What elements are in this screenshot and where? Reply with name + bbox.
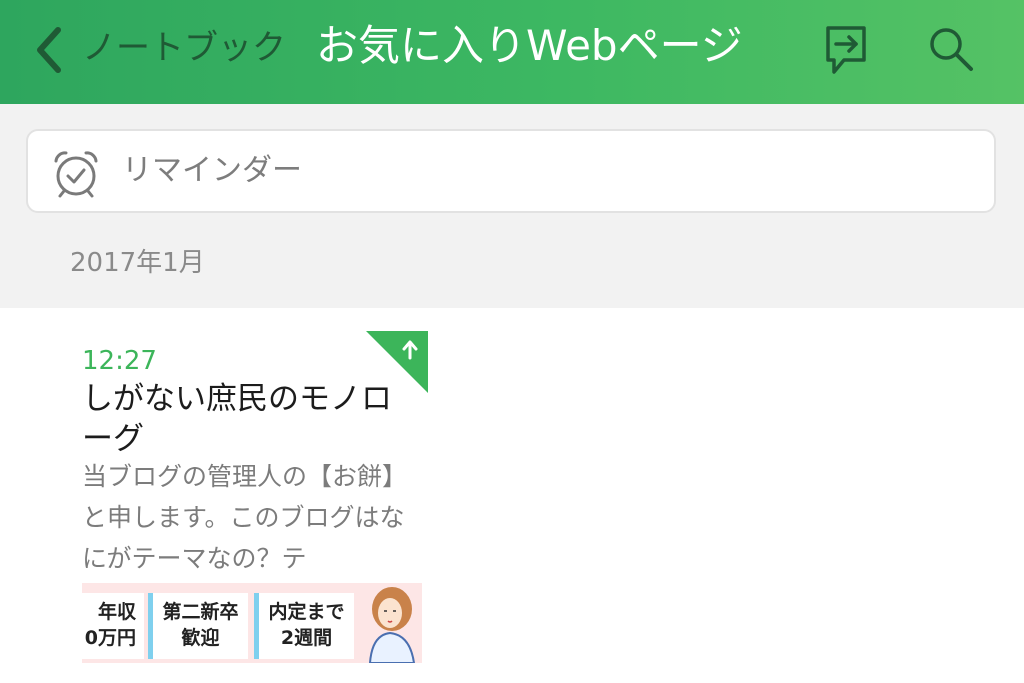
- reminder-bar[interactable]: リマインダー: [26, 129, 996, 213]
- section-month-label: 2017年1月: [70, 248, 205, 278]
- thumbnail-tile: 内定まで 2週間: [254, 593, 354, 659]
- thumbnail-tile: 第二新卒 歓迎: [148, 593, 248, 659]
- app-header: ノートブック お気に入りWebページ: [0, 0, 1024, 104]
- thumbnail-text: 内定まで: [268, 601, 345, 623]
- alarm-clock-icon: [54, 151, 98, 198]
- note-thumbnail: 年収 0万円 第二新卒 歓迎 内定まで 2週間: [82, 583, 422, 663]
- note-title: しがない庶民のモノローグ: [82, 381, 392, 457]
- back-notebook-label[interactable]: ノートブック: [82, 26, 286, 70]
- back-button[interactable]: [30, 22, 70, 78]
- page-title: お気に入りWebページ: [316, 21, 743, 70]
- search-icon: [930, 28, 973, 71]
- thumbnail-text: 0万円: [84, 627, 136, 649]
- reminder-label: リマインダー: [122, 153, 302, 188]
- thumbnail-text: 2週間: [280, 627, 333, 649]
- note-card[interactable]: 12:27 しがない庶民のモノローグ 当ブログの管理人の【お餅】と申します。この…: [60, 331, 428, 683]
- share-note-icon: [826, 26, 866, 74]
- thumbnail-text: 第二新卒: [162, 601, 239, 623]
- thumbnail-text: 歓迎: [181, 627, 220, 649]
- thumbnail-text: 年収: [97, 601, 136, 623]
- chevron-left-icon: [37, 27, 61, 73]
- person-illustration: [368, 587, 416, 663]
- note-time: 12:27: [82, 346, 157, 376]
- notes-list-header: リマインダー 2017年1月: [0, 104, 1024, 308]
- note-snippet: 当ブログの管理人の【お餅】と申します。このブログはなにがテーマなの？テ: [82, 462, 408, 573]
- thumbnail-tile: 年収 0万円: [82, 593, 144, 659]
- search-button[interactable]: [926, 24, 976, 74]
- share-button[interactable]: [820, 22, 872, 78]
